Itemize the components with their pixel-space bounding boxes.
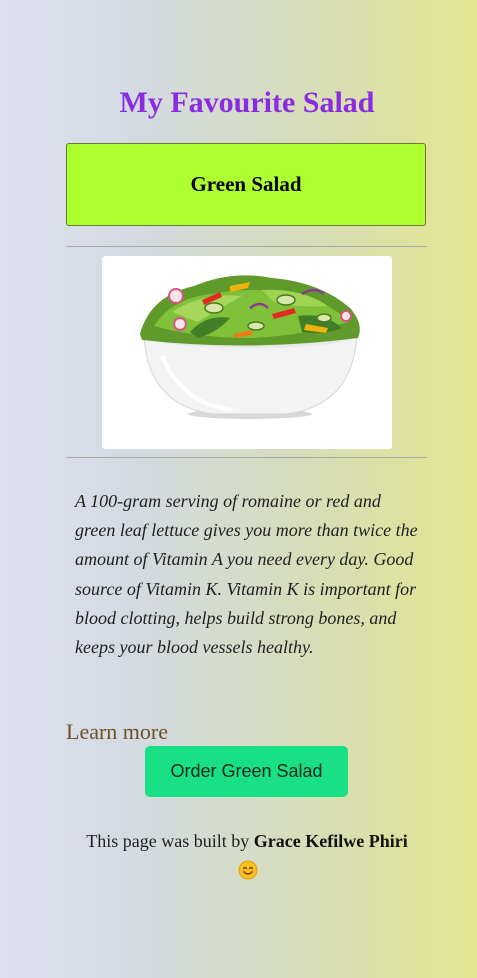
footer-author: Grace Kefilwe Phiri bbox=[253, 831, 408, 851]
footer-prefix: This page was built by bbox=[86, 831, 250, 851]
page-title: My Favourite Salad bbox=[119, 86, 375, 119]
page: My Favourite Salad Green Salad A 100-gra… bbox=[0, 0, 477, 978]
footer-credit: This page was built by Grace Kefilwe Phi… bbox=[82, 827, 412, 886]
smiling-face-icon bbox=[238, 860, 258, 879]
salad-name: Green Salad bbox=[190, 172, 302, 196]
salad-bowl-image bbox=[140, 275, 360, 419]
salad-name-box: Green Salad bbox=[66, 143, 426, 226]
divider-top bbox=[66, 246, 427, 247]
order-button[interactable]: Order Green Salad bbox=[145, 746, 348, 797]
salad-photo bbox=[102, 256, 392, 449]
divider-bottom bbox=[66, 457, 427, 458]
learn-more-link[interactable]: Learn more bbox=[66, 719, 168, 745]
salad-description: A 100-gram serving of romaine or red and… bbox=[75, 491, 418, 658]
